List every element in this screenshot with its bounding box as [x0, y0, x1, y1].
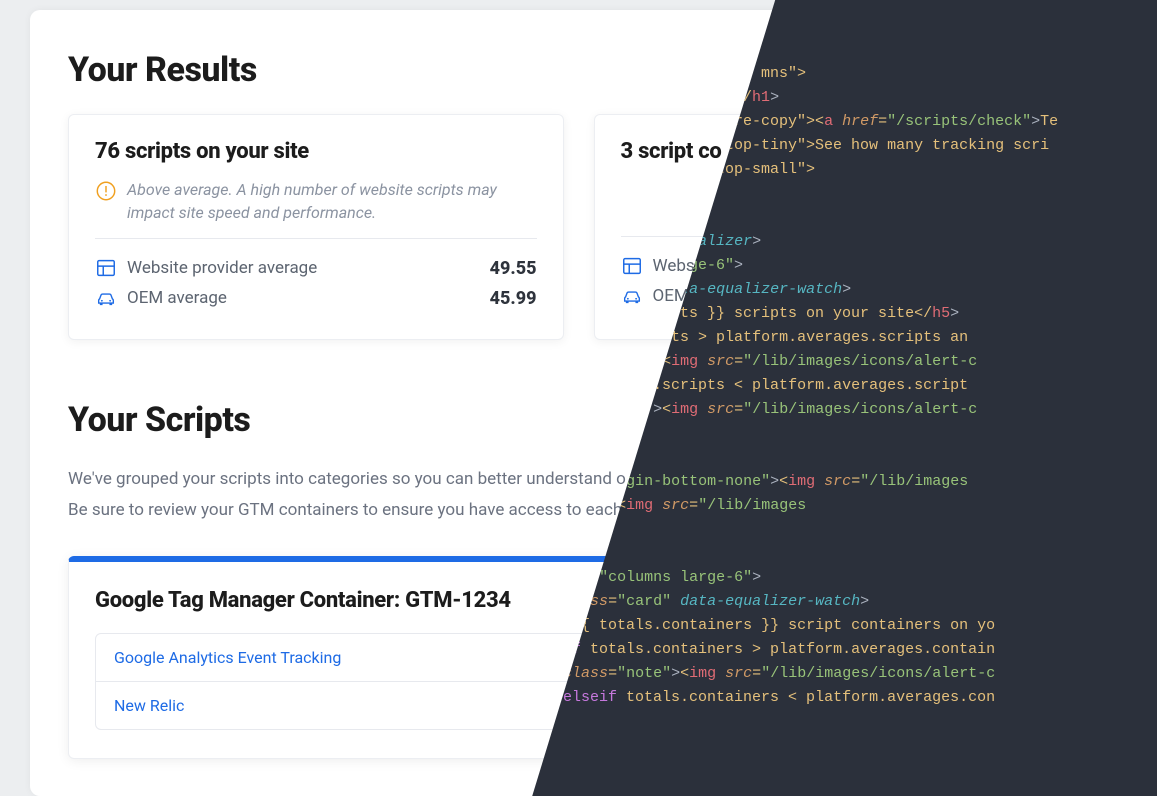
avg-row-oem: OEM average 45.99	[95, 283, 537, 313]
scripts-warning-text: Above average. A high number of website …	[127, 178, 537, 224]
avg-label: OEM average	[127, 288, 227, 308]
divider	[95, 238, 537, 239]
script-link[interactable]: Google Analytics Event Tracking	[114, 648, 341, 667]
scripts-warning-note: Above average. A high number of website …	[95, 178, 537, 224]
script-link[interactable]: New Relic	[114, 696, 184, 715]
layout-icon	[621, 255, 643, 277]
avg-value: 49.55	[490, 258, 537, 279]
car-icon	[95, 287, 117, 309]
scripts-count-heading: 76 scripts on your site	[95, 139, 537, 164]
car-icon	[621, 285, 643, 307]
desc-line-2: Be sure to review your GTM containers to…	[68, 500, 622, 520]
avg-row-website-provider: Website provider average 49.55	[95, 253, 537, 283]
desc-line-1: We've grouped your scripts into categori…	[68, 469, 626, 489]
scripts-count-card: 76 scripts on your site Above average. A…	[68, 114, 564, 340]
avg-label: Website provider average	[127, 258, 317, 278]
avg-value: 45.99	[490, 288, 537, 309]
layout-icon	[95, 257, 117, 279]
alert-circle-icon	[95, 180, 117, 202]
